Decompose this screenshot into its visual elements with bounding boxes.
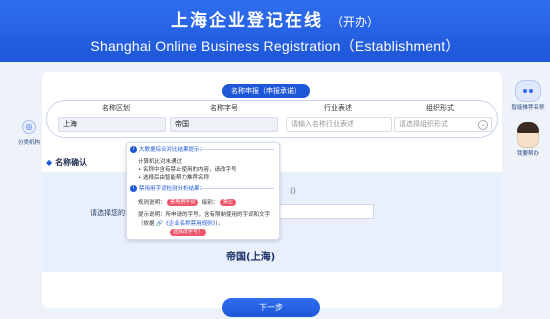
name-confirm-title: ◆ 名称确认 [46, 158, 88, 167]
tooltip-head-bigdata: i 大数据综合对比结果提示： [130, 145, 205, 153]
category-org-button[interactable]: ◎ 分类机构 [14, 120, 44, 146]
label-district: 名称区划 [102, 104, 130, 112]
helper-label: 我要帮办 [516, 151, 539, 157]
tooltip-divider [200, 188, 274, 189]
page-title-en: Shanghai Online Business Registration（Es… [90, 38, 460, 54]
helper-avatar-icon [517, 122, 539, 148]
info-icon: i [130, 185, 137, 192]
name-declaration-pill: 名称申报（申报承诺） [222, 84, 310, 98]
tooltip-line-1: 计算机比对未通过 [138, 159, 183, 165]
info-icon: i [130, 146, 137, 153]
tooltip-basis-line: （依据 🔗《企业名称禁用规则》）。 [138, 221, 224, 227]
district-input[interactable]: 上海 [58, 117, 166, 132]
choose-input[interactable] [278, 204, 374, 219]
label-industry: 行业表述 [324, 104, 352, 112]
next-button[interactable]: 下一步 [222, 298, 320, 317]
tooltip-line-3: • 选择后由智能帮力推荐名称 [138, 175, 209, 181]
label-trade-name: 名称字号 [210, 104, 238, 112]
org-form-placeholder: 请选择组织形式 [399, 120, 448, 128]
category-org-label: 分类机构 [17, 140, 40, 146]
result-company-name: 帝国(上海) [226, 252, 276, 263]
change-name-tag-row: 选择改字号！ [170, 229, 207, 236]
trade-name-input[interactable]: 帝国 [170, 117, 278, 132]
header-banner: 上海企业登记在线 （开办） Shanghai Online Business R… [0, 0, 550, 62]
tooltip-line-2: • 名称中含有禁止使用的内容，请改字号 [138, 167, 237, 173]
paren-text: （） [286, 187, 300, 195]
smart-recommend-button[interactable]: 智能推荐名称 [508, 80, 548, 111]
tooltip-hint-line: 提示说明：所申请的字号，含有限制使用的字词和文字 [138, 212, 271, 218]
helper-button[interactable]: 我要帮办 [508, 122, 548, 157]
section-bullet-icon: ◆ [46, 158, 53, 167]
target-icon: ◎ [22, 120, 36, 134]
label-org-form: 组织形式 [426, 104, 454, 112]
tooltip-divider [200, 149, 274, 150]
tooltip-rule-line: 规则说明： 禁用用字词 级别： 禁止 [138, 198, 237, 206]
industry-input[interactable]: 请输入名称行业表述 [286, 117, 392, 132]
tooltip-head-banned: i 禁用用字词检测分析结果： [130, 184, 205, 192]
robot-icon [515, 80, 541, 102]
chevron-down-icon: ⌄ [478, 120, 488, 130]
banned-rules-link[interactable]: 《企业名称禁用规则》 [163, 221, 215, 227]
banned-words-tag: 禁用用字词 [167, 199, 199, 206]
forbidden-tag: 禁止 [220, 199, 237, 206]
smart-recommend-label: 智能推荐名称 [511, 105, 545, 111]
page-title-cn: 上海企业登记在线 （开办） [171, 11, 379, 31]
org-form-select[interactable]: 请选择组织形式 ⌄ [394, 117, 492, 132]
change-trade-name-tag[interactable]: 选择改字号！ [170, 229, 207, 236]
